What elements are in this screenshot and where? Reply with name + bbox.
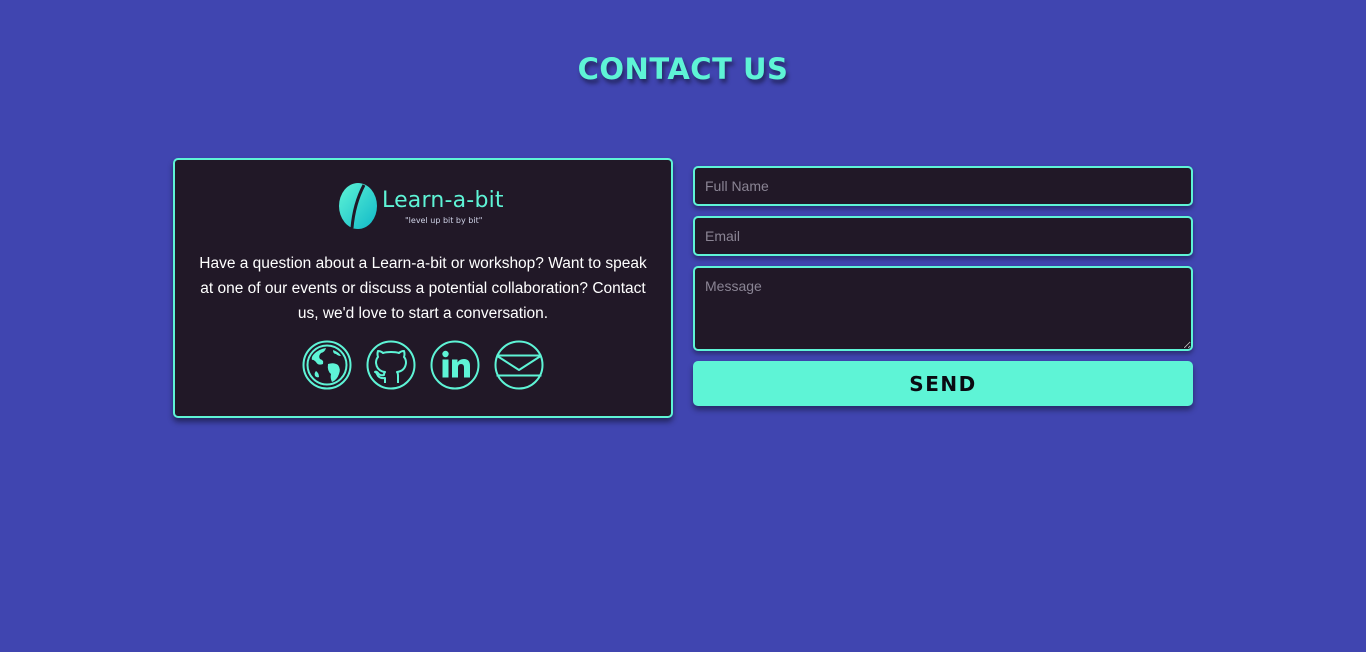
email-link[interactable] bbox=[494, 340, 544, 390]
contact-description: Have a question about a Learn-a-bit or w… bbox=[199, 255, 647, 322]
mail-icon bbox=[494, 340, 544, 390]
linkedin-link[interactable] bbox=[430, 340, 480, 390]
globe-icon bbox=[302, 340, 352, 390]
linkedin-icon bbox=[430, 340, 480, 390]
send-button[interactable]: SEND bbox=[693, 361, 1193, 406]
github-icon bbox=[366, 340, 416, 390]
logo-tagline: "level up bit by bit" bbox=[405, 216, 483, 225]
logo: Learn-a-bit "level up bit by bit" bbox=[337, 182, 517, 230]
page-title: CONTACT US bbox=[577, 52, 789, 86]
leaf-logo-icon bbox=[339, 183, 377, 229]
github-link[interactable] bbox=[366, 340, 416, 390]
contact-page: CONTACT US Learn-a-bit "level up bit by … bbox=[0, 0, 1366, 652]
info-card: Learn-a-bit "level up bit by bit" Have a… bbox=[173, 158, 673, 418]
contact-form: SEND bbox=[693, 166, 1193, 406]
message-field[interactable] bbox=[693, 266, 1193, 351]
logo-name: Learn-a-bit bbox=[382, 188, 504, 213]
email-field[interactable] bbox=[693, 216, 1193, 256]
website-link[interactable] bbox=[302, 340, 352, 390]
full-name-field[interactable] bbox=[693, 166, 1193, 206]
social-links bbox=[302, 340, 546, 392]
